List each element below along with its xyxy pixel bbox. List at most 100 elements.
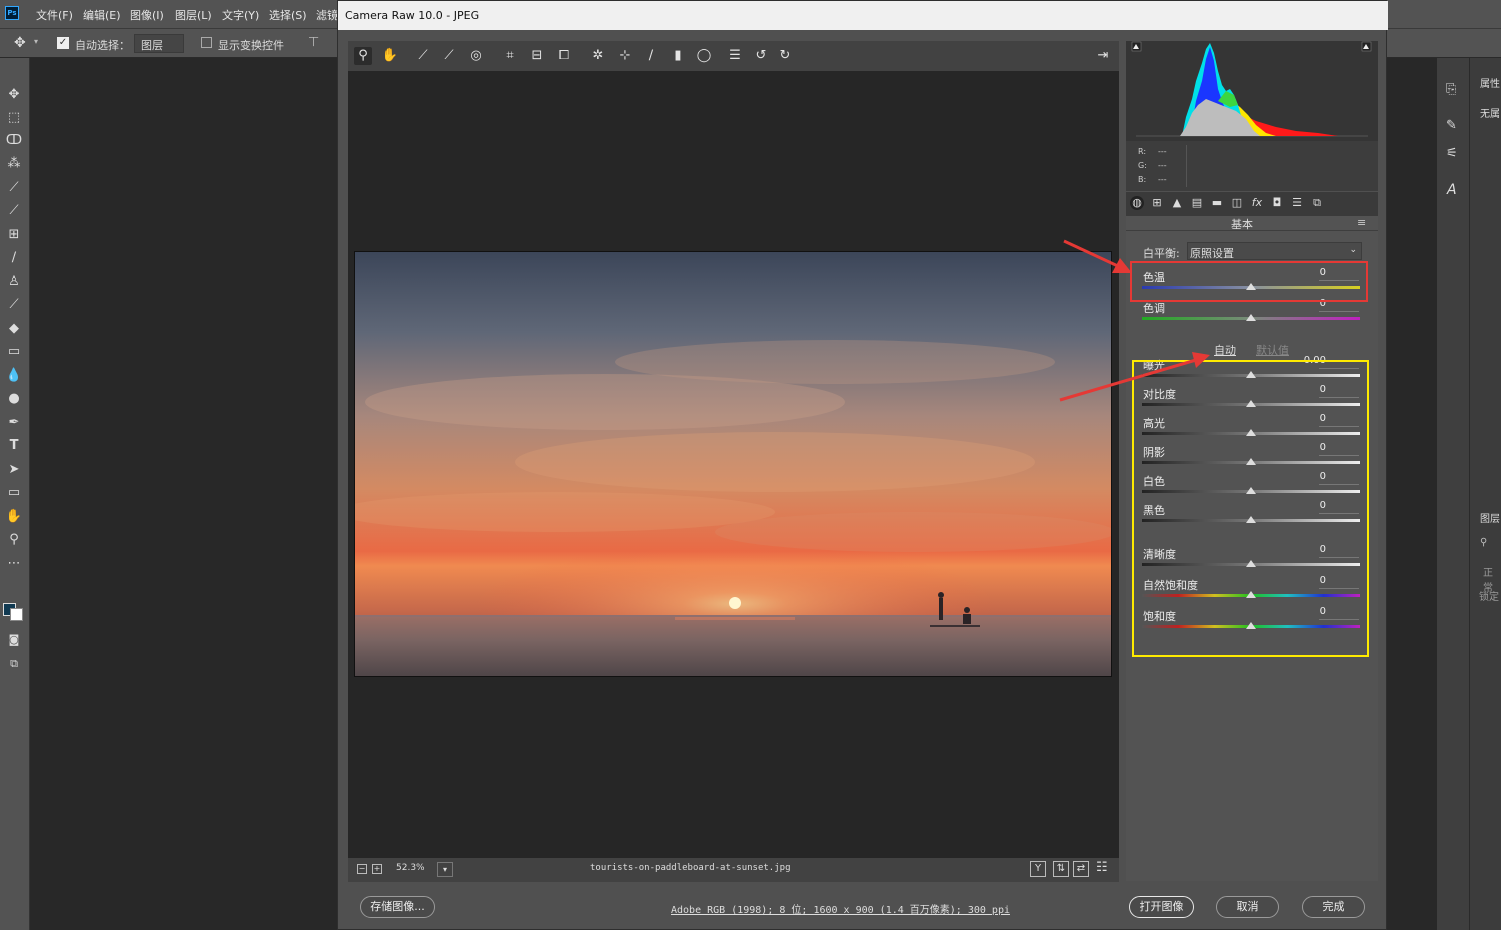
layers-tab[interactable]: 图层 <box>1480 510 1500 525</box>
menu-filter[interactable]: 滤镜 <box>316 7 338 23</box>
zoom-in-icon[interactable]: + <box>372 864 382 874</box>
slider-value-field[interactable]: 0 <box>1286 384 1326 395</box>
slider-thumb[interactable] <box>1246 591 1256 598</box>
more-tools-icon[interactable]: ⋯ <box>4 555 24 573</box>
slider-value-field[interactable]: 0 <box>1286 575 1326 586</box>
path-select-icon[interactable]: ➤ <box>4 461 24 479</box>
show-transform-checkbox[interactable] <box>201 37 212 48</box>
transform-icon[interactable]: ⧠ <box>555 47 573 65</box>
marquee-tool-icon[interactable]: ⬚ <box>4 109 24 127</box>
slider-value-field[interactable]: 0 <box>1286 442 1326 453</box>
split-toning-tab-icon[interactable]: ▬ <box>1210 196 1224 210</box>
menu-layer[interactable]: 图层(L) <box>175 7 212 23</box>
presets-tab-icon[interactable]: ☰ <box>1290 196 1304 210</box>
open-image-button[interactable]: 打开图像 <box>1129 896 1194 918</box>
gradient-tool-icon[interactable]: ▭ <box>4 343 24 361</box>
fullscreen-icon[interactable]: ⇥ <box>1094 47 1112 65</box>
image-preview-area[interactable] <box>348 71 1119 858</box>
slider-thumb[interactable] <box>1246 516 1256 523</box>
basic-tab-icon[interactable]: ◍ <box>1130 196 1144 210</box>
slider-thumb[interactable] <box>1246 560 1256 567</box>
move-tool-icon[interactable]: ✥ <box>4 86 24 104</box>
history-brush-icon[interactable]: ⟋ <box>4 296 24 314</box>
hsl-tab-icon[interactable]: ▤ <box>1190 196 1204 210</box>
auto-select-checkbox[interactable]: ✓ <box>57 37 69 49</box>
search-icon[interactable]: ⚲ <box>1480 537 1487 548</box>
slider-value-field[interactable]: 0 <box>1286 471 1326 482</box>
detail-tab-icon[interactable]: ▲ <box>1170 196 1184 210</box>
slider-thumb[interactable] <box>1246 458 1256 465</box>
background-color-swatch[interactable] <box>10 608 23 621</box>
zoom-dropdown[interactable]: ▾ <box>437 862 453 877</box>
screen-mode-icon[interactable]: ⧉ <box>4 655 24 673</box>
align-top-icon[interactable]: ⊤ <box>308 35 319 50</box>
sunset-photo[interactable] <box>354 251 1112 677</box>
snapshots-tab-icon[interactable]: ⧉ <box>1310 196 1324 210</box>
healing-brush-icon[interactable]: ⊞ <box>4 226 24 244</box>
workflow-options-link[interactable]: Adobe RGB (1998); 8 位; 1600 x 900 (1.4 百… <box>671 901 1010 916</box>
rotate-right-icon[interactable]: ↻ <box>776 47 794 65</box>
hand-icon[interactable]: ✋ <box>381 47 399 65</box>
menu-edit[interactable]: 编辑(E) <box>83 7 121 23</box>
slider-value-field[interactable]: 0 <box>1286 413 1326 424</box>
targeted-adjust-icon[interactable]: ◎ <box>467 47 485 65</box>
white-balance-icon[interactable]: ⟋ <box>414 47 432 65</box>
adjustments-panel-icon[interactable]: ⚟ <box>1446 146 1458 161</box>
brush-panel-icon[interactable]: ✎ <box>1446 118 1457 133</box>
slider-thumb[interactable] <box>1246 371 1256 378</box>
hand-tool-icon[interactable]: ✋ <box>4 508 24 526</box>
slider-value-field[interactable]: 0.00 <box>1286 355 1326 366</box>
brush-tool-icon[interactable]: ∕ <box>4 249 24 267</box>
quick-mask-icon[interactable]: ◙ <box>4 631 24 649</box>
pen-tool-icon[interactable]: ✒ <box>4 414 24 432</box>
slider-thumb[interactable] <box>1246 487 1256 494</box>
cancel-button[interactable]: 取消 <box>1216 896 1279 918</box>
character-panel-icon[interactable]: A <box>1447 182 1457 198</box>
zoom-tool-icon[interactable]: ⚲ <box>4 531 24 549</box>
type-tool-icon[interactable]: T <box>4 437 24 455</box>
done-button[interactable]: 完成 <box>1302 896 1365 918</box>
slider-thumb[interactable] <box>1246 314 1256 321</box>
color-sampler-icon[interactable]: ⟋ <box>440 47 458 65</box>
move-tool-icon[interactable]: ✥ <box>14 35 26 51</box>
zoom-icon[interactable]: ⚲ <box>354 47 372 65</box>
toggle-settings-icon[interactable]: ☷ <box>1096 860 1108 875</box>
menu-image[interactable]: 图像(I) <box>130 7 164 23</box>
white-balance-dropdown[interactable]: 原照设置 ⌄ <box>1187 242 1362 260</box>
menu-file[interactable]: 文件(F) <box>36 7 73 23</box>
auto-link[interactable]: 自动 <box>1214 342 1236 358</box>
rotate-left-icon[interactable]: ↺ <box>752 47 770 65</box>
properties-tab[interactable]: 属性 <box>1480 75 1500 90</box>
magic-wand-tool-icon[interactable]: ⁂ <box>4 155 24 173</box>
effects-tab-icon[interactable]: fx <box>1250 196 1264 210</box>
menu-type[interactable]: 文字(Y) <box>222 7 259 23</box>
lens-corrections-tab-icon[interactable]: ◫ <box>1230 196 1244 210</box>
slider-value-field[interactable]: 0 <box>1286 298 1326 309</box>
crop-icon[interactable]: ⌗ <box>501 47 519 65</box>
dodge-tool-icon[interactable]: ● <box>4 390 24 408</box>
stamp-tool-icon[interactable]: ♙ <box>4 273 24 291</box>
slider-value-field[interactable]: 0 <box>1286 500 1326 511</box>
save-image-button[interactable]: 存储图像... <box>360 896 435 918</box>
slider-value-field[interactable]: 0 <box>1286 544 1326 555</box>
slider-value-field[interactable]: 0 <box>1286 606 1326 617</box>
history-panel-icon[interactable]: ⎘ <box>1446 82 1456 97</box>
preferences-icon[interactable]: ☰ <box>726 47 744 65</box>
menu-select[interactable]: 选择(S) <box>269 7 307 23</box>
slider-thumb[interactable] <box>1246 622 1256 629</box>
before-after-icon[interactable]: Y <box>1030 861 1046 877</box>
slider-thumb[interactable] <box>1246 400 1256 407</box>
red-eye-icon[interactable]: ⊹ <box>616 47 634 65</box>
spot-removal-icon[interactable]: ✲ <box>589 47 607 65</box>
slider-thumb[interactable] <box>1246 283 1256 290</box>
slider-value-field[interactable]: 0 <box>1286 267 1326 278</box>
tone-curve-tab-icon[interactable]: ⊞ <box>1150 196 1164 210</box>
panel-menu-icon[interactable]: ≡ <box>1357 216 1366 229</box>
eraser-tool-icon[interactable]: ◆ <box>4 320 24 338</box>
radial-filter-icon[interactable]: ◯ <box>695 47 713 65</box>
crop-tool-icon[interactable]: ⟋ <box>4 179 24 197</box>
eyedropper-tool-icon[interactable]: ⟋ <box>4 202 24 220</box>
zoom-out-icon[interactable]: − <box>357 864 367 874</box>
swap-before-after-icon[interactable]: ⇅ <box>1053 861 1069 877</box>
rectangle-tool-icon[interactable]: ▭ <box>4 484 24 502</box>
